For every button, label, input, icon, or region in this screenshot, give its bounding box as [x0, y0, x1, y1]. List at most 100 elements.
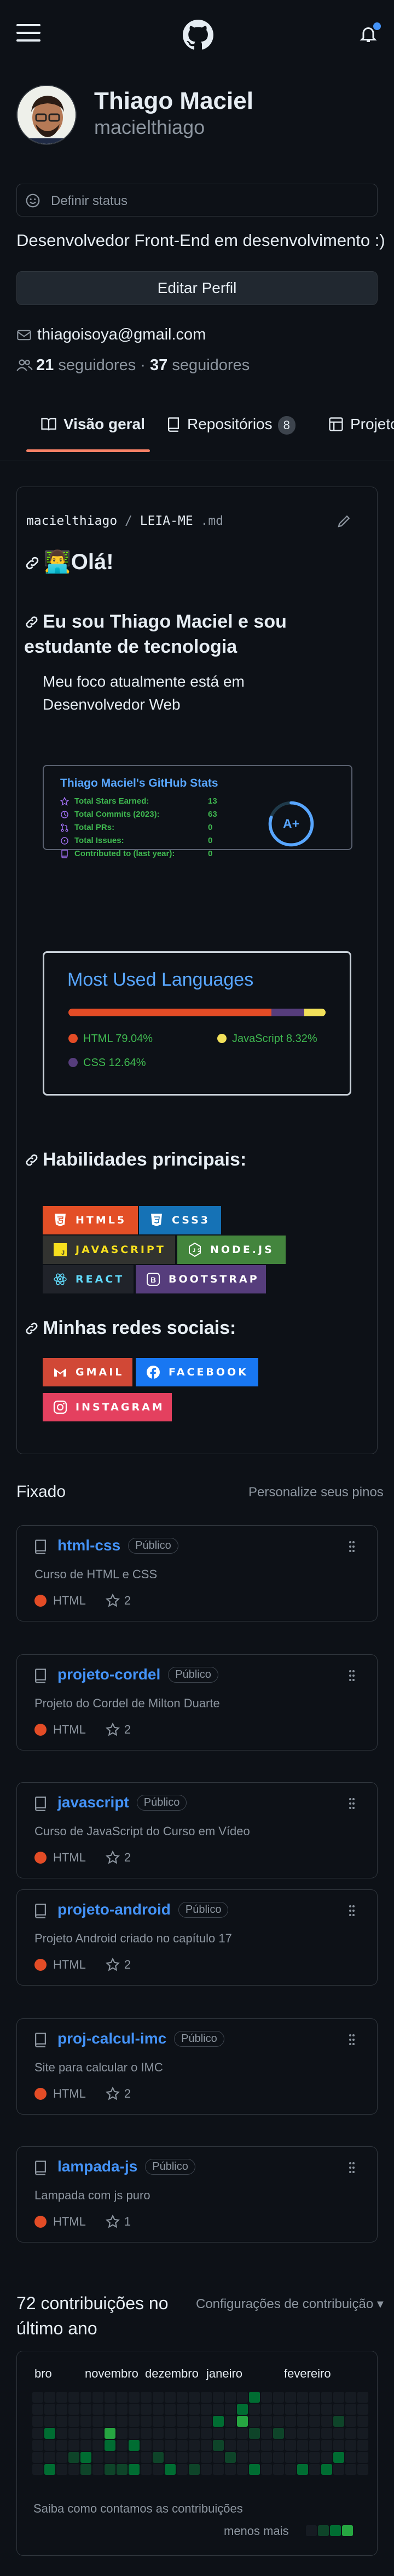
contribution-day[interactable] — [333, 2464, 344, 2475]
contribution-day[interactable] — [297, 2428, 308, 2439]
contribution-day[interactable] — [273, 2404, 284, 2415]
contribution-day[interactable] — [321, 2464, 332, 2475]
contribution-day[interactable] — [44, 2428, 55, 2439]
contribution-day[interactable] — [44, 2416, 55, 2427]
contribution-day[interactable] — [80, 2440, 91, 2451]
contribution-day[interactable] — [56, 2404, 67, 2415]
contribution-day[interactable] — [213, 2428, 224, 2439]
contribution-day[interactable] — [297, 2392, 308, 2403]
contribution-day[interactable] — [105, 2452, 115, 2463]
contribution-settings-dropdown[interactable]: Configurações de contribuição ▾ — [196, 2296, 384, 2312]
contribution-day[interactable] — [345, 2452, 356, 2463]
contribution-day[interactable] — [285, 2416, 296, 2427]
repo-stars[interactable]: 2 — [124, 1958, 131, 1971]
github-logo-icon[interactable] — [183, 20, 213, 50]
contribution-day[interactable] — [273, 2428, 284, 2439]
tab-overview[interactable]: Visão geral — [40, 415, 145, 433]
contribution-day[interactable] — [56, 2440, 67, 2451]
repo-name-link[interactable]: html-css Público — [57, 1537, 178, 1554]
contribution-day[interactable] — [297, 2440, 308, 2451]
contribution-day[interactable] — [32, 2452, 43, 2463]
contribution-day[interactable] — [92, 2428, 103, 2439]
social-badge-facebook[interactable]: FACEBOOK — [136, 1358, 258, 1386]
contribution-day[interactable] — [80, 2452, 91, 2463]
contribution-day[interactable] — [129, 2404, 140, 2415]
contribution-day[interactable] — [309, 2428, 320, 2439]
contribution-day[interactable] — [32, 2440, 43, 2451]
tab-repositories[interactable]: Repositórios 8 — [166, 415, 296, 435]
contribution-day[interactable] — [201, 2416, 212, 2427]
drag-handle-icon[interactable] — [349, 1540, 355, 1553]
repo-name[interactable]: javascript — [57, 1794, 129, 1811]
contribution-day[interactable] — [32, 2416, 43, 2427]
contribution-day[interactable] — [357, 2428, 368, 2439]
contribution-day[interactable] — [261, 2416, 272, 2427]
drag-handle-icon[interactable] — [349, 1797, 355, 1810]
contribution-day[interactable] — [105, 2428, 115, 2439]
contribution-day[interactable] — [129, 2464, 140, 2475]
contribution-day[interactable] — [285, 2440, 296, 2451]
contribution-day[interactable] — [129, 2440, 140, 2451]
contribution-day[interactable] — [249, 2428, 260, 2439]
contribution-day[interactable] — [261, 2464, 272, 2475]
contribution-day[interactable] — [80, 2392, 91, 2403]
contribution-day[interactable] — [141, 2416, 152, 2427]
set-status-button[interactable]: Definir status — [16, 184, 378, 216]
contribution-day[interactable] — [153, 2392, 164, 2403]
contribution-day[interactable] — [153, 2464, 164, 2475]
link-icon[interactable] — [24, 1152, 39, 1168]
contribution-day[interactable] — [129, 2392, 140, 2403]
contribution-day[interactable] — [309, 2404, 320, 2415]
star-icon[interactable] — [105, 1850, 120, 1865]
repo-name-link[interactable]: lampada-js Público — [57, 2158, 195, 2175]
contribution-day[interactable] — [68, 2404, 79, 2415]
contribution-day[interactable] — [80, 2416, 91, 2427]
contribution-day[interactable] — [165, 2440, 176, 2451]
customize-pins-link[interactable]: Personalize seus pinos — [248, 1485, 384, 1500]
star-icon[interactable] — [105, 1593, 120, 1608]
repo-stars[interactable]: 2 — [124, 2087, 131, 2100]
contribution-day[interactable] — [273, 2392, 284, 2403]
contribution-day[interactable] — [56, 2464, 67, 2475]
contribution-day[interactable] — [80, 2428, 91, 2439]
contribution-day[interactable] — [177, 2440, 188, 2451]
contribution-day[interactable] — [32, 2392, 43, 2403]
contribution-day[interactable] — [285, 2464, 296, 2475]
contribution-day[interactable] — [345, 2404, 356, 2415]
contribution-day[interactable] — [32, 2404, 43, 2415]
contribution-day[interactable] — [165, 2452, 176, 2463]
contribution-day[interactable] — [189, 2452, 200, 2463]
contribution-day[interactable] — [273, 2464, 284, 2475]
contribution-day[interactable] — [189, 2404, 200, 2415]
contribution-day[interactable] — [309, 2416, 320, 2427]
contribution-day[interactable] — [32, 2428, 43, 2439]
contribution-day[interactable] — [237, 2428, 248, 2439]
contribution-day[interactable] — [309, 2452, 320, 2463]
contribution-day[interactable] — [357, 2452, 368, 2463]
contribution-day[interactable] — [153, 2440, 164, 2451]
contribution-day[interactable] — [165, 2416, 176, 2427]
following-count[interactable]: 37 — [150, 356, 167, 374]
contribution-day[interactable] — [117, 2392, 128, 2403]
contribution-day[interactable] — [165, 2392, 176, 2403]
contribution-day[interactable] — [177, 2392, 188, 2403]
contribution-day[interactable] — [345, 2392, 356, 2403]
drag-handle-icon[interactable] — [349, 2161, 355, 2174]
contribution-day[interactable] — [92, 2452, 103, 2463]
contribution-day[interactable] — [225, 2464, 236, 2475]
contribution-day[interactable] — [177, 2464, 188, 2475]
contribution-day[interactable] — [285, 2452, 296, 2463]
contribution-day[interactable] — [201, 2452, 212, 2463]
contribution-day[interactable] — [213, 2464, 224, 2475]
contribution-day[interactable] — [117, 2404, 128, 2415]
contribution-day[interactable] — [68, 2392, 79, 2403]
repo-stars[interactable]: 2 — [124, 1594, 131, 1607]
contribution-day[interactable] — [321, 2416, 332, 2427]
contribution-day[interactable] — [333, 2440, 344, 2451]
repo-name-link[interactable]: proj-calcul-imc Público — [57, 2030, 224, 2047]
contribution-day[interactable] — [261, 2404, 272, 2415]
repo-name-link[interactable]: projeto-android Público — [57, 1901, 229, 1918]
contribution-day[interactable] — [225, 2428, 236, 2439]
contribution-day[interactable] — [333, 2416, 344, 2427]
contribution-day[interactable] — [80, 2404, 91, 2415]
